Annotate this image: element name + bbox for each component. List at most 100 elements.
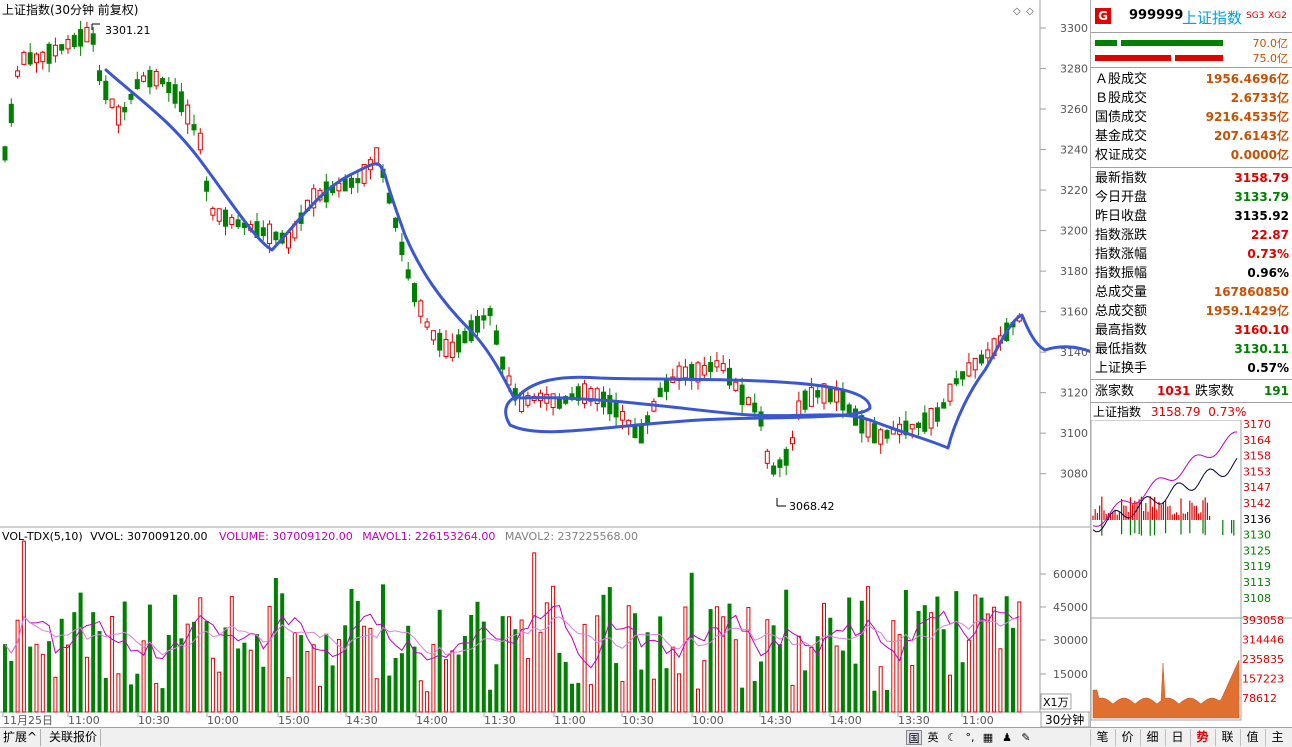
volume-bar xyxy=(116,673,121,713)
punctuation-icon[interactable]: °, xyxy=(962,730,978,745)
stat-value: 3133.79 xyxy=(1234,190,1289,204)
volume-bar xyxy=(740,687,745,713)
candle-body xyxy=(701,364,707,376)
tag-sg3[interactable]: SG3 xyxy=(1246,11,1264,21)
volume-bar xyxy=(985,613,990,713)
mini-price-tick: 3136 xyxy=(1243,513,1271,526)
volume-bar xyxy=(859,600,864,713)
price-tick: 3100 xyxy=(1060,427,1088,440)
volume-bar xyxy=(885,689,889,713)
volume-bar xyxy=(135,673,140,713)
volume-bar xyxy=(166,635,171,713)
volume-bar xyxy=(494,664,499,713)
candle-body xyxy=(191,124,197,131)
volume-bar xyxy=(614,663,619,713)
mini-volume-tick: 393058 xyxy=(1242,614,1284,627)
volume-bar xyxy=(129,684,133,713)
candle-body xyxy=(487,308,493,317)
wrench-icon[interactable]: ✎ xyxy=(1018,730,1034,745)
moon-icon[interactable]: ☾ xyxy=(944,730,960,745)
diamond-icon[interactable]: ◇ xyxy=(1013,6,1021,17)
chinese-input-icon[interactable]: 国 xyxy=(906,730,922,745)
volume-bar xyxy=(929,612,934,713)
panel-tab[interactable]: 细 xyxy=(1140,729,1164,746)
panel-tab[interactable]: 联 xyxy=(1215,729,1239,746)
volume-bar xyxy=(677,673,682,713)
candle-body xyxy=(122,106,128,113)
user-icon[interactable]: ♟ xyxy=(999,730,1015,745)
related-quotes-button[interactable]: 关联报价 xyxy=(46,729,102,746)
volume-bar xyxy=(66,644,70,713)
volume-bar xyxy=(903,589,908,713)
mini-price-tick: 3158 xyxy=(1243,450,1271,463)
candle-body xyxy=(764,450,770,464)
candle-body xyxy=(336,182,342,192)
stat-value: 167860850 xyxy=(1213,285,1289,299)
stock-badge: G xyxy=(1095,8,1111,24)
volume-bar xyxy=(273,577,278,713)
volume-bar xyxy=(847,597,852,713)
panel-tab[interactable]: 值 xyxy=(1240,729,1264,746)
volume-bar xyxy=(803,670,808,713)
stat-value: 3160.10 xyxy=(1234,323,1289,337)
panel-tab[interactable]: 主 xyxy=(1265,729,1289,746)
price-tick: 3220 xyxy=(1060,184,1088,197)
turnover-value: 207.6143亿 xyxy=(1213,129,1289,143)
panel-tab[interactable]: 笔 xyxy=(1090,729,1114,746)
volume-bar xyxy=(815,636,820,713)
stat-row: 最低指数 3130.11 xyxy=(1091,340,1292,359)
candle-body xyxy=(267,223,273,245)
volume-bar xyxy=(544,602,549,713)
candle-body xyxy=(97,70,102,82)
volume-bar xyxy=(979,597,984,713)
turnover-row: Ｂ股成交 2.6733亿 xyxy=(1091,89,1292,108)
mini-intraday-chart[interactable]: 3170 3164 3158 3153 3147 3142 3136 3130 3125 3119… xyxy=(1091,420,1292,725)
sell-pressure-bar-2 xyxy=(1175,55,1223,61)
stat-value: 22.87 xyxy=(1251,228,1289,242)
volume-bar xyxy=(954,591,959,713)
turnover-value: 2.6733亿 xyxy=(1230,91,1289,105)
candle-body xyxy=(682,366,688,379)
tag-xg2[interactable]: XG2 xyxy=(1268,11,1287,21)
volume-bar xyxy=(91,612,96,713)
candle-body xyxy=(953,378,959,385)
candle-body xyxy=(462,330,468,344)
period-label[interactable]: 30分钟 xyxy=(1045,712,1084,727)
panel-tab[interactable]: 价 xyxy=(1115,729,1139,746)
volume-bar xyxy=(960,662,965,713)
english-input-icon[interactable]: 英 xyxy=(925,730,941,745)
panel-tab[interactable]: 日 xyxy=(1165,729,1189,746)
volume-bar xyxy=(651,678,656,713)
candle-body xyxy=(966,362,972,377)
volume-bar xyxy=(588,684,593,713)
volume-tick: 30000 xyxy=(1053,634,1088,647)
candle-body xyxy=(46,43,52,64)
volume-bar xyxy=(620,680,625,713)
volume-bar xyxy=(261,666,266,713)
volume-bar xyxy=(658,616,663,713)
candle-body xyxy=(884,430,890,439)
grid-icon[interactable]: ▦ xyxy=(980,730,996,745)
volume-bar xyxy=(538,631,543,713)
volume-bar xyxy=(53,676,58,713)
panel-tab[interactable]: 势 xyxy=(1190,729,1214,746)
volume-bar xyxy=(828,617,833,713)
volume-bar xyxy=(500,616,505,713)
candle-body xyxy=(745,397,751,406)
stat-row: 指数涨幅 0.73% xyxy=(1091,245,1292,264)
expand-button[interactable]: 扩展^ xyxy=(0,729,42,746)
price-tick: 3280 xyxy=(1060,63,1088,76)
volume-bar xyxy=(236,648,241,713)
volume-bar xyxy=(450,650,455,713)
candle-body xyxy=(733,381,739,391)
window-restore-icon[interactable]: ◇ xyxy=(1026,6,1034,17)
chart-area[interactable]: 3300328032603240322032003180316031403120… xyxy=(0,0,1090,727)
volume-bar xyxy=(582,623,587,713)
candle-body xyxy=(84,26,90,43)
stat-label: 指数振幅 xyxy=(1095,266,1148,281)
candle-body xyxy=(619,411,625,421)
time-tick: 13:30 xyxy=(898,714,930,727)
candle-body xyxy=(714,360,720,368)
stat-row: 昨日收盘 3135.92 xyxy=(1091,207,1292,226)
turnover-row: 国债成交 9216.4535亿 xyxy=(1091,108,1292,127)
